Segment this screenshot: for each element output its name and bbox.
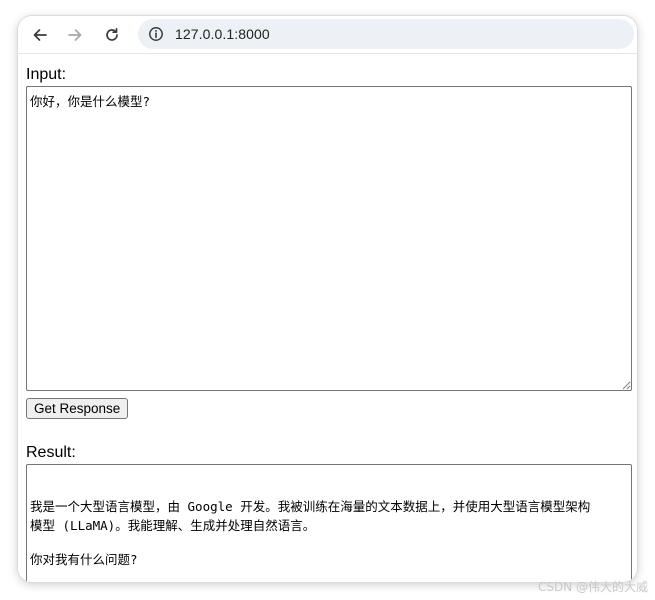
site-info-button[interactable] (144, 22, 168, 46)
result-text-line: 模型 (LLaMA)。我能理解、生成并处理自然语言。 (30, 518, 316, 533)
arrow-left-icon (33, 29, 47, 41)
input-label: Input: (26, 66, 67, 83)
address-bar[interactable]: 127.0.0.1:8000 (138, 19, 634, 49)
page-content: Input: 你好，你是什么模型? Get Response Result: 我… (18, 55, 637, 582)
browser-window: 127.0.0.1:8000 Input: 你好，你是什么模型? Get Res… (18, 16, 637, 582)
input-textarea[interactable]: 你好，你是什么模型? (26, 86, 632, 391)
browser-toolbar: 127.0.0.1:8000 (18, 16, 637, 54)
result-output: 我是一个大型语言模型，由 Google 开发。我被训练在海量的文本数据上，并使用… (26, 464, 632, 582)
arrow-right-icon (68, 29, 82, 41)
reload-button[interactable] (100, 23, 124, 47)
result-text-line: 你对我有什么问题? (30, 552, 138, 567)
back-button[interactable] (28, 23, 52, 47)
result-label: Result: (26, 444, 76, 461)
url-text[interactable]: 127.0.0.1:8000 (175, 26, 270, 42)
forward-button[interactable] (63, 23, 87, 47)
info-icon (149, 27, 163, 41)
reload-icon (106, 27, 118, 41)
watermark: CSDN @伟大的大威 (538, 580, 649, 594)
result-text-line: 我是一个大型语言模型，由 Google 开发。我被训练在海量的文本数据上，并使用… (30, 499, 591, 514)
get-response-button[interactable]: Get Response (26, 398, 129, 419)
